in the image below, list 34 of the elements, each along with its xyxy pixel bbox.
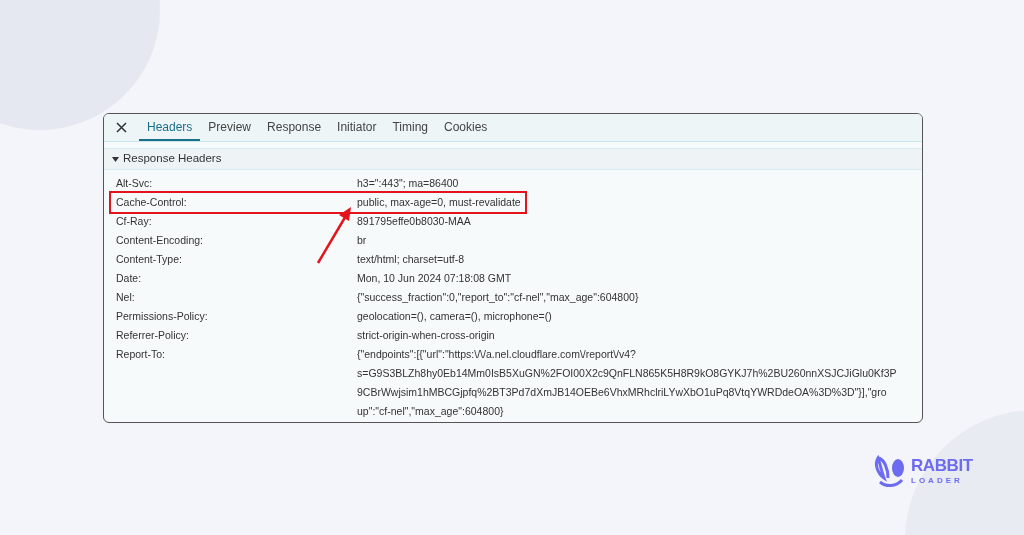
tab[interactable]: Response	[259, 114, 330, 141]
disclosure-icon	[112, 155, 119, 163]
tab[interactable]: Initiator	[329, 114, 385, 141]
header-name: Referrer-Policy:	[116, 328, 190, 343]
header-value: 9CBrWwjsim1hMBCGjpfq%2BT3Pd7dXmJB14OEBe6VhxMRhclriLYwXbO1uPq8VtqYWRDdeOA%3D%3D"}],"gro	[357, 385, 888, 400]
header-value: {"success_fraction":0,"report_to":"cf-nel","max_age":604800}	[357, 290, 639, 305]
header-value: Mon, 10 Jun 2024 07:18:08 GMT	[357, 271, 512, 286]
header-name: Nel:	[116, 290, 136, 305]
header-value: up":"cf-nel","max_age":604800}	[357, 404, 505, 419]
header-value: h3=":443"; ma=86400	[357, 176, 459, 191]
logo-title: RABBIT	[911, 457, 973, 474]
header-name: Alt-Svc:	[116, 176, 154, 191]
header-value: 891795effe0b8030-MAA	[357, 214, 471, 229]
header-value: public, max-age=0, must-revalidate	[357, 195, 521, 210]
close-icon	[116, 122, 127, 133]
header-name: Cache-Control:	[116, 195, 188, 210]
tab[interactable]: Preview	[200, 114, 260, 141]
header-value: br	[357, 233, 367, 248]
header-value: {"endpoints":[{"url":"https:\/\/a.nel.cloudflare.com\/report\/v4?	[357, 347, 637, 362]
header-value: geolocation=(), camera=(), microphone=()	[357, 309, 552, 324]
header-name: Content-Type:	[116, 252, 183, 267]
header-value: strict-origin-when-cross-origin	[357, 328, 495, 343]
section-header[interactable]: Response Headers	[104, 148, 922, 170]
tab[interactable]: Headers	[139, 114, 201, 141]
header-name: Report-To:	[116, 347, 167, 362]
header-name: Date:	[116, 271, 143, 286]
header-name: Permissions-Policy:	[116, 309, 209, 324]
tab[interactable]: Timing	[384, 114, 436, 141]
logo-subtitle: LOADER	[911, 477, 963, 485]
header-name: Content-Encoding:	[116, 233, 204, 248]
tab[interactable]: Cookies	[436, 114, 496, 141]
header-value: s=G9S3BLZh8hy0Eb14Mm0IsB5XuGN%2FOI00X2c9QnFLN865K5H8R9kO8GYKJ7h%2BU260nnXSJCJiGlu0Kf3P	[357, 366, 897, 381]
header-name: Cf-Ray:	[116, 214, 153, 229]
header-value: text/html; charset=utf-8	[357, 252, 465, 267]
